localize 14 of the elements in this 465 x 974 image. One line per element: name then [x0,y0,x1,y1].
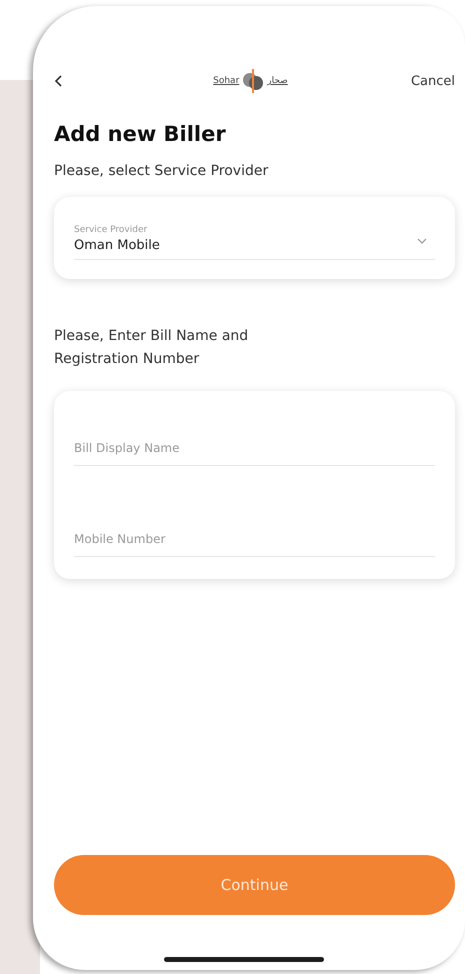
logo-text: Sohar [213,76,240,86]
field-label: Service Provider [74,225,148,235]
input-field[interactable]: Bill Display Name [74,441,435,466]
logo-icon [243,69,264,93]
field-value: Oman Mobile [74,238,160,253]
instruction-text: Please, select Service Provider [54,162,270,181]
back-icon[interactable] [54,75,64,87]
input-field[interactable]: Mobile Number [74,532,435,557]
instruction-text: Please, Enter Bill Name and Registration Number [54,327,250,369]
cancel-button[interactable]: Cancel [410,74,455,88]
provider-dropdown[interactable]: Service Provider Oman Mobile [74,225,435,260]
page-title: Add new Biller [54,122,227,146]
logo-text: صحار [267,76,288,86]
chevron-down-icon [417,238,427,245]
